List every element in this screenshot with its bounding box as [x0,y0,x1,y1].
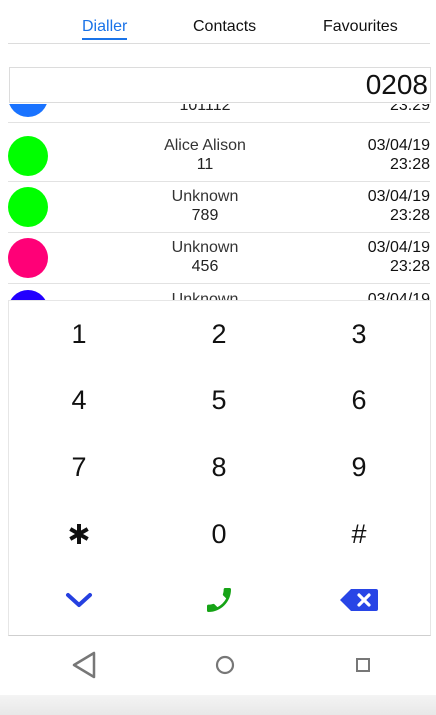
call-number: 789 [191,207,219,224]
key-3[interactable]: 3 [289,301,429,367]
key-9[interactable]: 9 [289,434,429,500]
call-date: 03/04/19 [367,137,430,154]
key-5[interactable]: 5 [149,367,289,433]
key-2[interactable]: 2 [149,301,289,367]
key-0[interactable]: 0 [149,501,289,567]
call-button[interactable] [149,567,289,633]
call-number: 11 [196,156,214,173]
asterisk-icon [69,524,89,544]
home-button[interactable] [205,645,245,685]
key-star[interactable] [9,501,149,567]
call-log-row[interactable]: Unknown 03/04/19 [8,285,430,300]
call-log-row[interactable]: Unknown 789 03/04/19 23:28 [8,182,430,233]
call-name: Unknown [171,239,239,256]
recents-button[interactable] [343,645,383,685]
dial-keypad: 1 2 3 4 5 6 7 8 9 0 # [8,300,431,636]
tab-contacts[interactable]: Contacts [193,16,256,38]
call-time: 23:28 [389,156,430,173]
key-8[interactable]: 8 [149,434,289,500]
call-log-row[interactable]: 101112 23:29 [8,104,430,123]
call-time: 23:29 [389,104,430,114]
tab-bar: Dialler Contacts Favourites [8,0,430,44]
call-number: 456 [191,258,219,275]
system-nav-bar [0,637,436,695]
contact-avatar [8,104,48,117]
backspace-icon [340,589,378,611]
dialled-number-display[interactable]: 0208 [9,67,431,103]
key-6[interactable]: 6 [289,367,429,433]
contact-avatar [8,187,48,227]
bottom-edge [0,695,436,715]
recents-square-icon [356,658,370,672]
key-1[interactable]: 1 [9,301,149,367]
key-7[interactable]: 7 [9,434,149,500]
back-triangle-icon [72,651,96,679]
collapse-keypad-button[interactable] [9,567,149,633]
call-date: 03/04/19 [367,188,430,205]
key-hash[interactable]: # [289,501,429,567]
contact-avatar [8,136,48,176]
call-name: Unknown [171,291,239,300]
call-time: 23:28 [389,258,430,275]
call-name: Alice Alison [164,137,246,154]
home-circle-icon [215,655,235,675]
contact-avatar [8,238,48,278]
tab-dialler[interactable]: Dialler [82,16,128,40]
call-date: 03/04/19 [367,291,430,300]
dialer-app: Dialler Contacts Favourites 0208 101112 … [0,0,436,715]
call-time: 23:28 [389,207,430,224]
delete-digit-button[interactable] [289,567,429,633]
call-number: 101112 [179,104,231,114]
chevron-down-icon [66,593,92,607]
call-date: 03/04/19 [367,239,430,256]
call-log-row[interactable]: Unknown 456 03/04/19 23:28 [8,233,430,284]
key-4[interactable]: 4 [9,367,149,433]
back-button[interactable] [64,645,104,685]
call-log-row[interactable]: Alice Alison 11 03/04/19 23:28 [8,131,430,182]
call-log-list[interactable]: 101112 23:29 Alice Alison 11 03/04/19 23… [0,104,436,300]
call-name: Unknown [171,188,239,205]
phone-icon [207,588,231,612]
tab-favourites[interactable]: Favourites [323,16,398,38]
contact-avatar [8,290,48,300]
